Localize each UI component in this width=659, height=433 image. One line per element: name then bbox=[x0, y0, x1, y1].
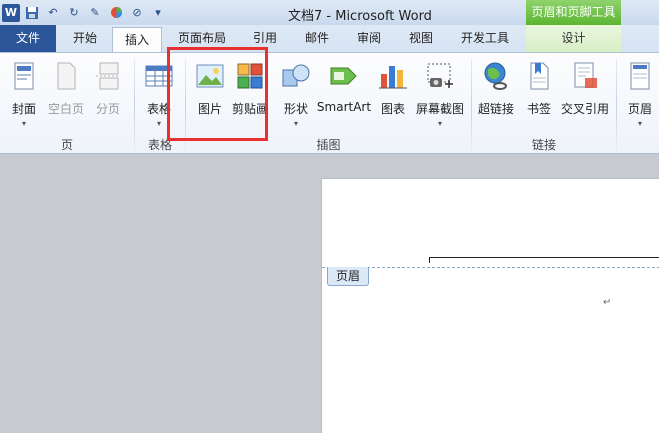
cover-page-icon bbox=[14, 62, 34, 90]
tab-home[interactable]: 开始 bbox=[62, 25, 108, 52]
highlight-box bbox=[167, 47, 268, 141]
ribbon-insert: 封面 ▾ 空白页 分页 页 表格 ▾ 表格 图片 剪贴画 形状 ▾ SmartA… bbox=[0, 52, 659, 154]
cover-page-label: 封面 bbox=[11, 102, 36, 116]
blank-page-button[interactable]: 空白页 bbox=[46, 58, 86, 132]
screenshot-button[interactable]: 屏幕截图 ▾ bbox=[414, 58, 466, 132]
word-app-icon[interactable]: W bbox=[2, 3, 20, 22]
document-area: 页眉 ↵ bbox=[0, 155, 659, 433]
shapes-icon bbox=[282, 64, 310, 87]
header-button[interactable]: 页眉 ▾ bbox=[624, 58, 656, 132]
tab-file[interactable]: 文件 bbox=[0, 25, 56, 52]
document-page[interactable]: 页眉 ↵ bbox=[321, 178, 659, 433]
window-title: 文档7 - Microsoft Word bbox=[288, 9, 432, 24]
hyperlink-label: 超链接 bbox=[477, 102, 514, 116]
chevron-down-icon: ▾ bbox=[437, 119, 442, 128]
blank-page-icon bbox=[57, 62, 76, 90]
tab-mailings[interactable]: 邮件 bbox=[296, 25, 338, 52]
header-rule bbox=[429, 257, 659, 258]
chart-icon bbox=[379, 66, 407, 89]
header-rule-corner bbox=[429, 257, 430, 263]
tab-design[interactable]: 设计 bbox=[526, 25, 621, 52]
chevron-down-icon: ▾ bbox=[293, 119, 298, 128]
page-break-label: 分页 bbox=[95, 102, 120, 116]
cross-reference-icon bbox=[574, 62, 597, 88]
bookmark-label: 书签 bbox=[526, 102, 551, 116]
header-tag: 页眉 bbox=[327, 267, 369, 286]
tab-developer[interactable]: 开发工具 bbox=[452, 25, 518, 52]
cross-reference-button[interactable]: 交叉引用 bbox=[559, 58, 611, 132]
cover-page-button[interactable]: 封面 ▾ bbox=[8, 58, 40, 132]
tab-insert[interactable]: 插入 bbox=[112, 27, 162, 53]
bookmark-icon bbox=[530, 62, 549, 90]
header-label: 页眉 bbox=[627, 102, 652, 116]
undo-icon[interactable]: ↶ bbox=[44, 4, 62, 22]
hyperlink-button[interactable]: 超链接 bbox=[476, 58, 516, 132]
globe-link-icon bbox=[484, 62, 507, 90]
chart-label: 图表 bbox=[380, 102, 405, 116]
paragraph-mark: ↵ bbox=[603, 297, 612, 308]
chevron-down-icon: ▾ bbox=[21, 119, 26, 128]
redo-icon[interactable]: ↻ bbox=[65, 4, 83, 22]
page-break-icon bbox=[96, 62, 120, 90]
customize-toolbar-chevron-icon[interactable]: ▾ bbox=[149, 4, 167, 22]
header-footer-tools-label: 页眉和页脚工具 bbox=[526, 0, 621, 25]
group-separator bbox=[616, 59, 617, 151]
chevron-down-icon: ▾ bbox=[156, 119, 161, 128]
title-bar: W ↶ ↻ ✎ ⊘ ▾ 文档7 - Microsoft Word 页眉和页脚工具 bbox=[0, 0, 659, 25]
no-symbol-icon[interactable]: ⊘ bbox=[128, 4, 146, 22]
quick-access-toolbar: W ↶ ↻ ✎ ⊘ ▾ bbox=[2, 3, 167, 22]
chevron-down-icon: ▾ bbox=[637, 119, 642, 128]
blank-page-label: 空白页 bbox=[47, 102, 84, 116]
screenshot-label: 屏幕截图 bbox=[415, 102, 464, 116]
tab-view[interactable]: 视图 bbox=[400, 25, 442, 52]
page-group-label: 页 bbox=[60, 138, 73, 152]
format-painter-icon[interactable]: ✎ bbox=[86, 4, 104, 22]
header-boundary bbox=[322, 267, 659, 268]
smartart-button[interactable]: SmartArt bbox=[316, 58, 372, 132]
screenshot-icon bbox=[427, 63, 453, 88]
smartart-icon bbox=[330, 67, 357, 85]
color-wheel-icon[interactable] bbox=[107, 4, 125, 22]
header-icon bbox=[630, 62, 650, 90]
links-group-label: 链接 bbox=[531, 138, 556, 152]
tab-review[interactable]: 审阅 bbox=[348, 25, 390, 52]
bookmark-button[interactable]: 书签 bbox=[524, 58, 554, 132]
cross-reference-label: 交叉引用 bbox=[560, 102, 609, 116]
shapes-button[interactable]: 形状 ▾ bbox=[280, 58, 312, 132]
page-break-button[interactable]: 分页 bbox=[92, 58, 124, 132]
ribbon-tabs: 文件 开始 插入 页面布局 引用 邮件 审阅 视图 开发工具 设计 bbox=[0, 25, 659, 53]
chart-button[interactable]: 图表 bbox=[377, 58, 409, 132]
smartart-label: SmartArt bbox=[316, 100, 372, 114]
save-icon[interactable] bbox=[23, 4, 41, 22]
shapes-label: 形状 bbox=[283, 102, 308, 116]
